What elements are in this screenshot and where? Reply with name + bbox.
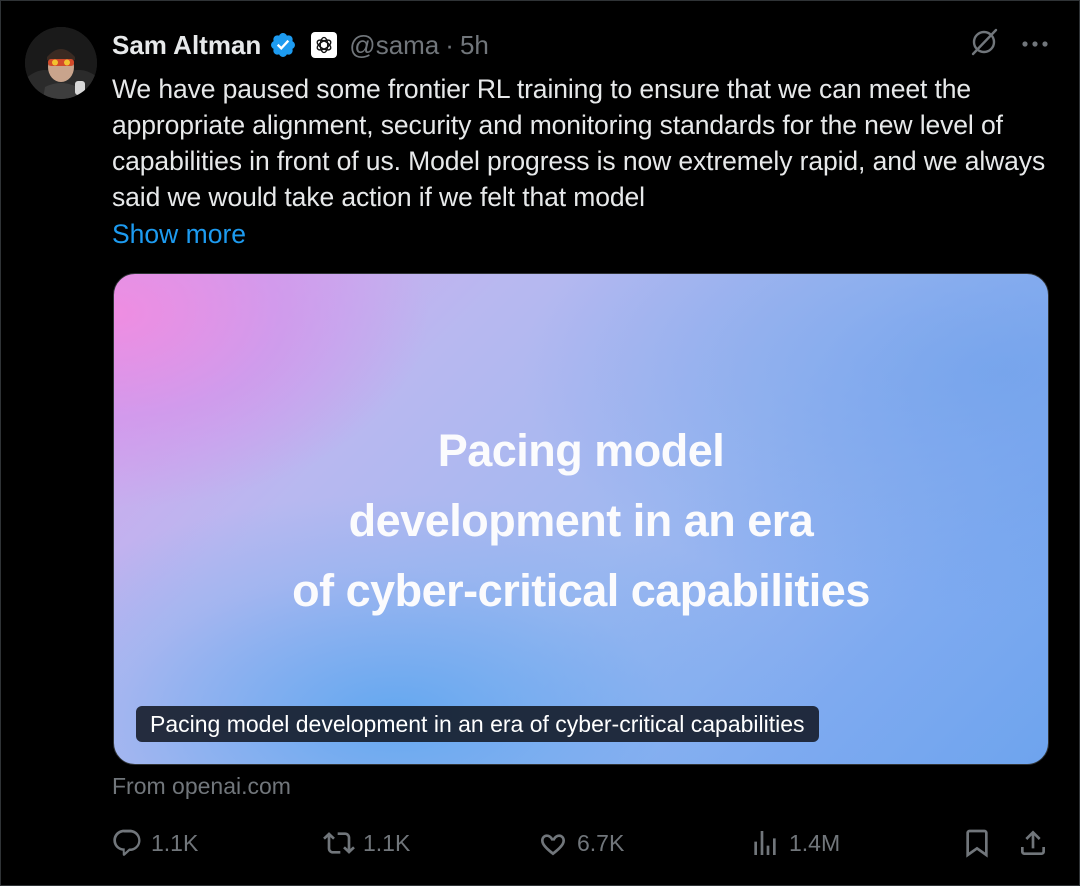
card-title-line: development in an era — [348, 495, 814, 546]
show-more-link[interactable]: Show more — [112, 216, 246, 252]
author-handle[interactable]: @sama — [349, 30, 439, 61]
card-title-line: Pacing model — [437, 425, 725, 476]
separator-dot: · — [445, 29, 454, 60]
avatar[interactable] — [25, 27, 97, 99]
grok-icon[interactable] — [969, 27, 999, 62]
share-icon — [1017, 827, 1049, 859]
views-button[interactable]: 1.4M — [749, 821, 840, 865]
reply-icon — [111, 827, 143, 859]
card-source[interactable]: From openai.com — [112, 773, 291, 800]
card-image-title: Pacing model development in an era of cy… — [114, 416, 1048, 626]
card-caption[interactable]: Pacing model development in an era of cy… — [136, 706, 819, 742]
tweet-text: We have paused some frontier RL training… — [112, 74, 1046, 212]
timestamp[interactable]: 5h — [460, 30, 489, 61]
like-button[interactable]: 6.7K — [537, 821, 624, 865]
openai-logo-icon[interactable] — [311, 32, 338, 58]
bookmark-button[interactable] — [961, 821, 993, 865]
link-card[interactable]: Pacing model development in an era of cy… — [113, 273, 1049, 765]
bookmark-icon — [961, 827, 993, 859]
views-count: 1.4M — [789, 829, 841, 856]
card-title-line: of cyber-critical capabilities — [292, 565, 870, 616]
repost-count: 1.1K — [363, 829, 411, 856]
tweet-container: Sam Altman @sama · 5h We have paused som… — [0, 0, 1080, 886]
avatar-image — [25, 27, 97, 99]
author-name[interactable]: Sam Altman — [112, 30, 261, 61]
like-count: 6.7K — [577, 829, 625, 856]
action-bar: 1.1K 1.1K 6.7K 1.4M — [1, 821, 1080, 865]
more-icon[interactable] — [1021, 36, 1049, 54]
share-button[interactable] — [1017, 821, 1049, 865]
views-icon — [749, 827, 781, 859]
repost-button[interactable]: 1.1K — [323, 821, 410, 865]
like-icon — [537, 827, 569, 859]
repost-icon — [323, 827, 355, 859]
reply-button[interactable]: 1.1K — [111, 821, 198, 865]
reply-count: 1.1K — [151, 829, 199, 856]
verified-badge-icon[interactable] — [269, 31, 297, 59]
header-actions — [969, 27, 1049, 62]
tweet-header: Sam Altman @sama · 5h — [112, 29, 489, 61]
